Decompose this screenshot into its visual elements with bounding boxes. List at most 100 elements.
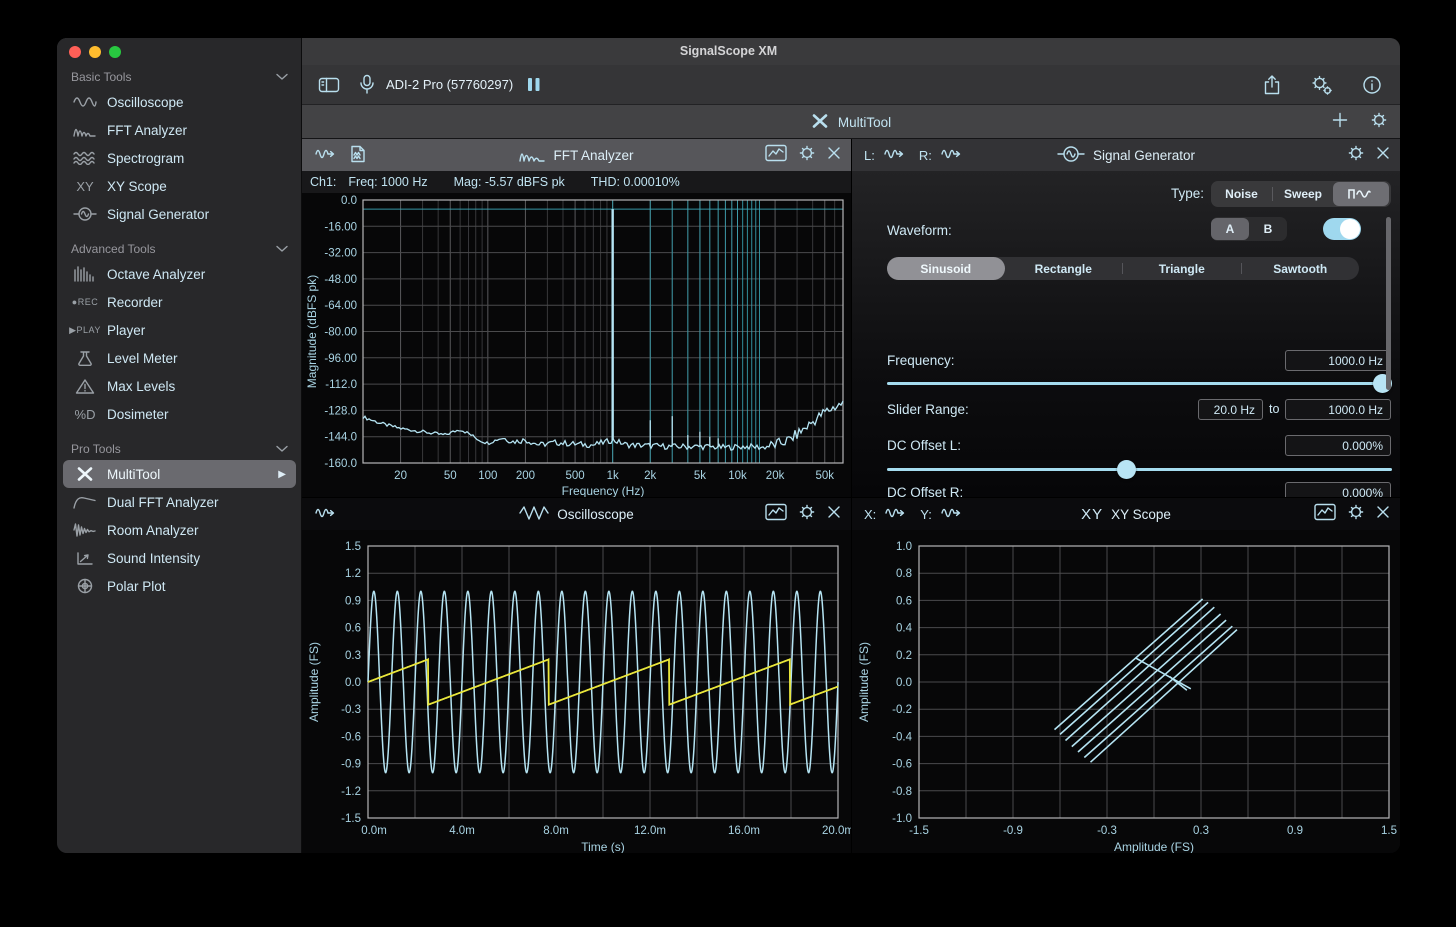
sidebar-item-octave-analyzer[interactable]: Octave Analyzer <box>63 260 296 288</box>
panel-settings-button[interactable] <box>1347 144 1365 167</box>
sidebar-item-player[interactable]: ▶PLAY Player <box>63 316 296 344</box>
section-pro-tools[interactable]: Pro Tools <box>57 438 302 460</box>
toggle-sidebar-button[interactable] <box>318 70 340 100</box>
status-thd: THD: 0.00010% <box>591 175 680 189</box>
sidebar-item-max-levels[interactable]: Max Levels <box>63 372 296 400</box>
status-channel: Ch1: <box>310 175 336 189</box>
svg-text:50: 50 <box>444 470 457 482</box>
panel-settings-button[interactable] <box>798 503 816 526</box>
plot-style-button[interactable] <box>765 144 787 167</box>
fft-panel-header[interactable]: FFT Analyzer <box>302 139 851 171</box>
range-max-field[interactable]: 1000.0 Hz <box>1285 399 1391 420</box>
traffic-lights <box>69 46 121 58</box>
snapshot-document-icon[interactable] <box>350 145 366 166</box>
right-channel-label: R: <box>919 148 932 163</box>
close-panel-button[interactable] <box>827 505 841 524</box>
signal-generator-icon <box>69 206 101 222</box>
plot-style-button[interactable] <box>765 503 787 526</box>
layout-settings-button[interactable] <box>1370 111 1388 134</box>
close-panel-button[interactable] <box>1376 505 1390 524</box>
output-enable-toggle[interactable] <box>1323 218 1361 240</box>
xy-icon: XY <box>1081 506 1103 523</box>
type-option-noise[interactable]: Noise <box>1211 182 1272 206</box>
type-option-sweep[interactable]: Sweep <box>1273 182 1333 206</box>
type-option-tone[interactable] <box>1333 182 1389 206</box>
dc-offset-r-field[interactable]: 0.000% <box>1285 482 1391 497</box>
section-advanced-tools[interactable]: Advanced Tools <box>57 238 302 260</box>
dc-offset-l-label: DC Offset L: <box>887 438 961 453</box>
add-tool-button[interactable] <box>1332 112 1348 133</box>
frequency-slider-track[interactable] <box>887 382 1392 385</box>
plot-style-button[interactable] <box>1314 503 1336 526</box>
range-min-field[interactable]: 20.0 Hz <box>1198 399 1263 420</box>
svg-text:Frequency (Hz): Frequency (Hz) <box>562 484 645 497</box>
svg-text:5k: 5k <box>694 470 706 482</box>
waveform-option-rectangle[interactable]: Rectangle <box>1005 257 1123 280</box>
chevron-down-icon <box>276 442 288 456</box>
sidebar-item-dosimeter[interactable]: %D Dosimeter <box>63 400 296 428</box>
tab-multitool[interactable]: MultiTool <box>302 105 1400 139</box>
oscilloscope-panel-header[interactable]: Oscilloscope <box>302 498 851 530</box>
x-routing-icon[interactable] <box>884 505 908 524</box>
xy-chart[interactable]: -1.5-0.9-0.30.30.91.51.00.80.60.40.20.0-… <box>852 530 1400 853</box>
sidebar-item-spectrogram[interactable]: Spectrogram <box>63 144 296 172</box>
svg-text:-0.6: -0.6 <box>892 759 912 771</box>
y-routing-icon[interactable] <box>940 505 964 524</box>
device-name[interactable]: ADI-2 Pro (57760297) <box>386 77 513 92</box>
input-device-button[interactable] <box>358 70 376 100</box>
pause-button[interactable] <box>527 70 541 100</box>
detach-arrow-icon[interactable]: ▶ <box>278 469 286 480</box>
xy-panel-header[interactable]: X: Y: XY XY Scope <box>852 498 1400 530</box>
sidebar-item-room-analyzer[interactable]: Room Analyzer <box>63 516 296 544</box>
sidebar-item-multitool[interactable]: MultiTool ▶ <box>63 460 296 488</box>
dc-offset-l-slider-track[interactable] <box>887 468 1392 471</box>
oscilloscope-icon <box>69 95 101 109</box>
sidebar-item-level-meter[interactable]: Level Meter <box>63 344 296 372</box>
zoom-window-button[interactable] <box>109 46 121 58</box>
minimize-window-button[interactable] <box>89 46 101 58</box>
share-button[interactable] <box>1262 70 1282 100</box>
channel-b-option[interactable]: B <box>1249 218 1287 240</box>
right-routing-icon[interactable] <box>940 146 964 165</box>
close-panel-button[interactable] <box>1376 146 1390 165</box>
dc-offset-l-field[interactable]: 0.000% <box>1285 435 1391 456</box>
input-routing-icon[interactable] <box>314 146 338 165</box>
sidebar-item-signal-generator[interactable]: Signal Generator <box>63 200 296 228</box>
sidebar-item-fft-analyzer[interactable]: FFT Analyzer <box>63 116 296 144</box>
waveform-option-triangle[interactable]: Triangle <box>1123 257 1241 280</box>
sidebar: Basic Tools Oscilloscope FFT Analyzer Sp… <box>57 38 302 853</box>
panel-settings-button[interactable] <box>798 144 816 167</box>
sidebar-item-oscilloscope[interactable]: Oscilloscope <box>63 88 296 116</box>
input-routing-icon[interactable] <box>314 505 338 524</box>
frequency-value-field[interactable]: 1000.0 Hz <box>1285 350 1391 371</box>
svg-text:-0.8: -0.8 <box>892 786 912 798</box>
info-button[interactable] <box>1362 70 1382 100</box>
waveform-option-sinusoid[interactable]: Sinusoid <box>887 257 1005 280</box>
svg-text:16.0m: 16.0m <box>728 825 760 837</box>
sidebar-item-recorder[interactable]: ●REC Recorder <box>63 288 296 316</box>
siggen-scrollbar[interactable] <box>1386 217 1391 390</box>
sidebar-item-xy-scope[interactable]: XY XY Scope <box>63 172 296 200</box>
left-routing-icon[interactable] <box>883 146 907 165</box>
dc-offset-l-slider-knob[interactable] <box>1117 460 1136 479</box>
section-basic-tools[interactable]: Basic Tools <box>57 66 302 88</box>
svg-text:-48.00: -48.00 <box>324 274 357 286</box>
siggen-panel-header[interactable]: L: R: Signal Generator <box>852 139 1400 171</box>
close-window-button[interactable] <box>69 46 81 58</box>
sidebar-item-sound-intensity[interactable]: Sound Intensity <box>63 544 296 572</box>
sidebar-item-dual-fft-analyzer[interactable]: Dual FFT Analyzer <box>63 488 296 516</box>
panel-settings-button[interactable] <box>1347 503 1365 526</box>
channel-a-option[interactable]: A <box>1211 218 1249 240</box>
oscilloscope-chart[interactable]: 0.0m4.0m8.0m12.0m16.0m20.0m1.51.20.90.60… <box>302 530 851 853</box>
svg-text:-96.00: -96.00 <box>324 353 357 365</box>
fft-chart[interactable]: 20501002005001k2k5k10k20k50k0.0-16.00-32… <box>302 193 851 497</box>
svg-text:20: 20 <box>394 470 407 482</box>
waveform-option-sawtooth[interactable]: Sawtooth <box>1242 257 1360 280</box>
xy-scope-icon: XY <box>69 179 101 194</box>
close-panel-button[interactable] <box>827 146 841 165</box>
y-channel-label: Y: <box>920 507 932 522</box>
sidebar-item-polar-plot[interactable]: Polar Plot <box>63 572 296 600</box>
left-channel-label: L: <box>864 148 875 163</box>
svg-text:1.5: 1.5 <box>345 541 361 553</box>
app-settings-button[interactable] <box>1310 70 1334 100</box>
